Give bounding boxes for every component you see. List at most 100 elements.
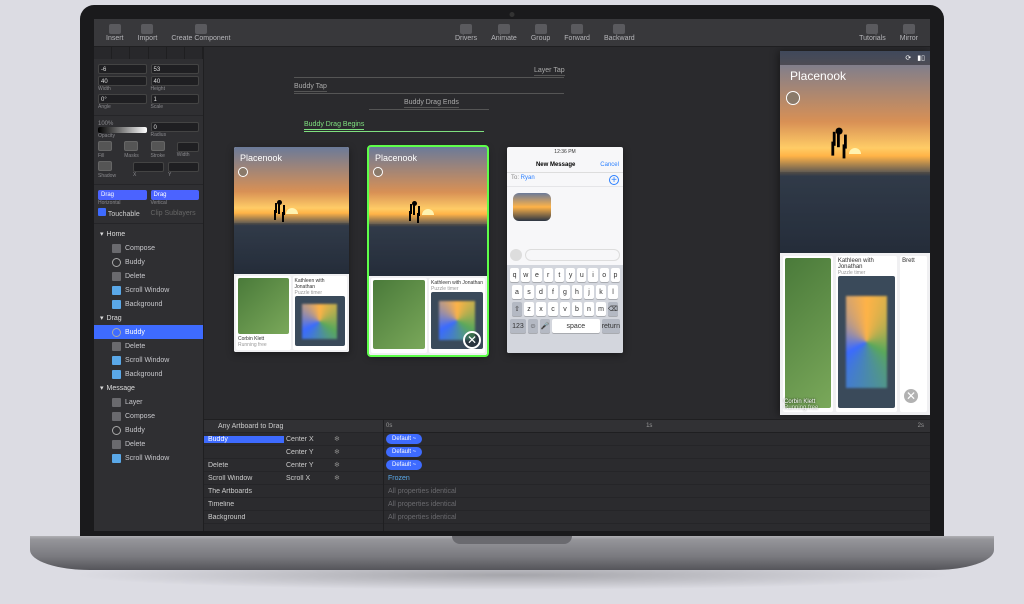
drivers-button[interactable]: Drivers	[449, 22, 483, 44]
shift-key[interactable]: ⇧	[512, 302, 522, 316]
easing-pill[interactable]: Default ~	[386, 447, 422, 457]
to-field[interactable]: To: Ryan +	[507, 173, 623, 187]
timeline-track[interactable]: All properties identical	[384, 511, 930, 524]
create-component-button[interactable]: Create Component	[165, 22, 236, 44]
space-key[interactable]: space	[552, 319, 600, 333]
canvas[interactable]: Layer Tap Buddy Tap Buddy Drag Ends Budd…	[204, 47, 930, 419]
stroke-swatch[interactable]	[151, 141, 165, 151]
preview-toolbar[interactable]: ⟳▮▯	[780, 51, 930, 65]
key[interactable]: q	[510, 268, 519, 282]
key[interactable]: i	[588, 268, 597, 282]
card[interactable]: Kathleen with JonathanPuzzle timer	[293, 276, 348, 350]
mic-key[interactable]: 🎤	[540, 319, 550, 333]
add-contact-icon[interactable]: +	[609, 175, 619, 185]
key[interactable]: b	[572, 302, 582, 316]
key[interactable]: y	[566, 268, 575, 282]
key[interactable]: f	[548, 285, 558, 299]
artboard-message[interactable]: 12:36 PM New Message Cancel To: Ryan +	[507, 147, 623, 353]
key[interactable]: r	[544, 268, 553, 282]
timeline-row[interactable]: DeleteCenter Y❄	[204, 459, 383, 472]
y-field[interactable]: 53	[151, 64, 200, 74]
key[interactable]: s	[524, 285, 534, 299]
keyboard[interactable]: qwertyuiopasdfghjkl⇧zxcvbnm⌫123☺🎤spacere…	[507, 265, 623, 353]
timeline-row[interactable]: The Artboards	[204, 485, 383, 498]
width-field[interactable]: 40	[98, 76, 147, 86]
key[interactable]: v	[560, 302, 570, 316]
key[interactable]: e	[532, 268, 541, 282]
emoji-key[interactable]: ☺	[528, 319, 538, 333]
key[interactable]: x	[536, 302, 546, 316]
tree-item[interactable]: Delete	[94, 339, 203, 353]
key[interactable]: d	[536, 285, 546, 299]
timeline-row[interactable]: Timeline	[204, 498, 383, 511]
key[interactable]: z	[524, 302, 534, 316]
return-key[interactable]: return	[602, 319, 620, 333]
tree-item[interactable]: Buddy	[94, 423, 203, 437]
tree-item[interactable]: Background	[94, 297, 203, 311]
shadow-x-field[interactable]	[133, 162, 164, 172]
tree-item[interactable]: Delete	[94, 437, 203, 451]
timeline-row[interactable]: BuddyCenter X❄	[204, 433, 383, 446]
insert-button[interactable]: Insert	[100, 22, 130, 44]
radius-field[interactable]: 0	[151, 122, 200, 132]
easing-pill[interactable]: Default ~	[386, 460, 422, 470]
card[interactable]	[371, 278, 427, 353]
key[interactable]: w	[521, 268, 530, 282]
timeline-track[interactable]: Default ~	[384, 446, 930, 459]
backward-button[interactable]: Backward	[598, 22, 641, 44]
hmode-select[interactable]: Drag	[98, 190, 147, 200]
attachment-thumb[interactable]	[513, 193, 551, 221]
tree-item[interactable]: Layer	[94, 395, 203, 409]
tree-group[interactable]: ▾Home	[94, 227, 203, 241]
artboard-home[interactable]: Placenook Corbin KlettRunning free Kathl…	[234, 147, 349, 352]
tree-item[interactable]: Compose	[94, 409, 203, 423]
close-icon[interactable]: ✕	[463, 331, 481, 349]
tree-item[interactable]: Scroll Window	[94, 283, 203, 297]
timeline-row[interactable]: Background	[204, 511, 383, 524]
mirror-button[interactable]: Mirror	[894, 22, 924, 44]
forward-button[interactable]: Forward	[558, 22, 596, 44]
tree-item[interactable]: Scroll Window	[94, 451, 203, 465]
touchable-checkbox[interactable]	[98, 208, 106, 216]
opacity-slider[interactable]	[98, 127, 147, 133]
stroke-width-field[interactable]	[177, 142, 199, 152]
shadow-swatch[interactable]	[98, 161, 112, 171]
key[interactable]: n	[584, 302, 594, 316]
fill-swatch[interactable]	[98, 141, 112, 151]
timeline-tracks[interactable]: 0s 1s 2s Default ~Default ~Default ~Froz…	[384, 420, 930, 531]
key[interactable]: t	[555, 268, 564, 282]
scale-field[interactable]: 1	[151, 94, 200, 104]
refresh-icon[interactable]: ⟳	[905, 54, 911, 62]
timeline-track[interactable]: All properties identical	[384, 498, 930, 511]
angle-field[interactable]: 0°	[98, 94, 147, 104]
timeline-row[interactable]: Center Y❄	[204, 446, 383, 459]
key[interactable]: m	[596, 302, 606, 316]
tree-item[interactable]: Delete	[94, 269, 203, 283]
key[interactable]: j	[584, 285, 594, 299]
key[interactable]: u	[577, 268, 586, 282]
x-field[interactable]: -6	[98, 64, 147, 74]
key[interactable]: k	[596, 285, 606, 299]
tree-item[interactable]: Buddy	[94, 255, 203, 269]
masks-swatch[interactable]	[124, 141, 138, 151]
timeline-track[interactable]: Default ~	[384, 433, 930, 446]
tree-group[interactable]: ▾Message	[94, 381, 203, 395]
close-icon[interactable]: ✕	[902, 387, 920, 405]
key[interactable]: l	[608, 285, 618, 299]
card[interactable]: Corbin KlettRunning free	[236, 276, 291, 350]
tree-item[interactable]: Buddy	[94, 325, 203, 339]
import-button[interactable]: Import	[132, 22, 164, 44]
card[interactable]	[783, 256, 833, 412]
key[interactable]: p	[611, 268, 620, 282]
group-button[interactable]: Group	[525, 22, 556, 44]
key[interactable]: g	[560, 285, 570, 299]
tree-group[interactable]: ▾Drag	[94, 311, 203, 325]
message-input[interactable]	[525, 249, 620, 261]
num-key[interactable]: 123	[510, 319, 526, 333]
artboard-drag[interactable]: Placenook Kathleen with JonathanPuzzle t…	[369, 147, 487, 355]
camera-icon[interactable]	[510, 249, 522, 261]
cancel-button[interactable]: Cancel	[600, 162, 619, 168]
time-ruler[interactable]: 0s 1s 2s	[384, 420, 930, 433]
vmode-select[interactable]: Drag	[151, 190, 200, 200]
backspace-key[interactable]: ⌫	[608, 302, 618, 316]
